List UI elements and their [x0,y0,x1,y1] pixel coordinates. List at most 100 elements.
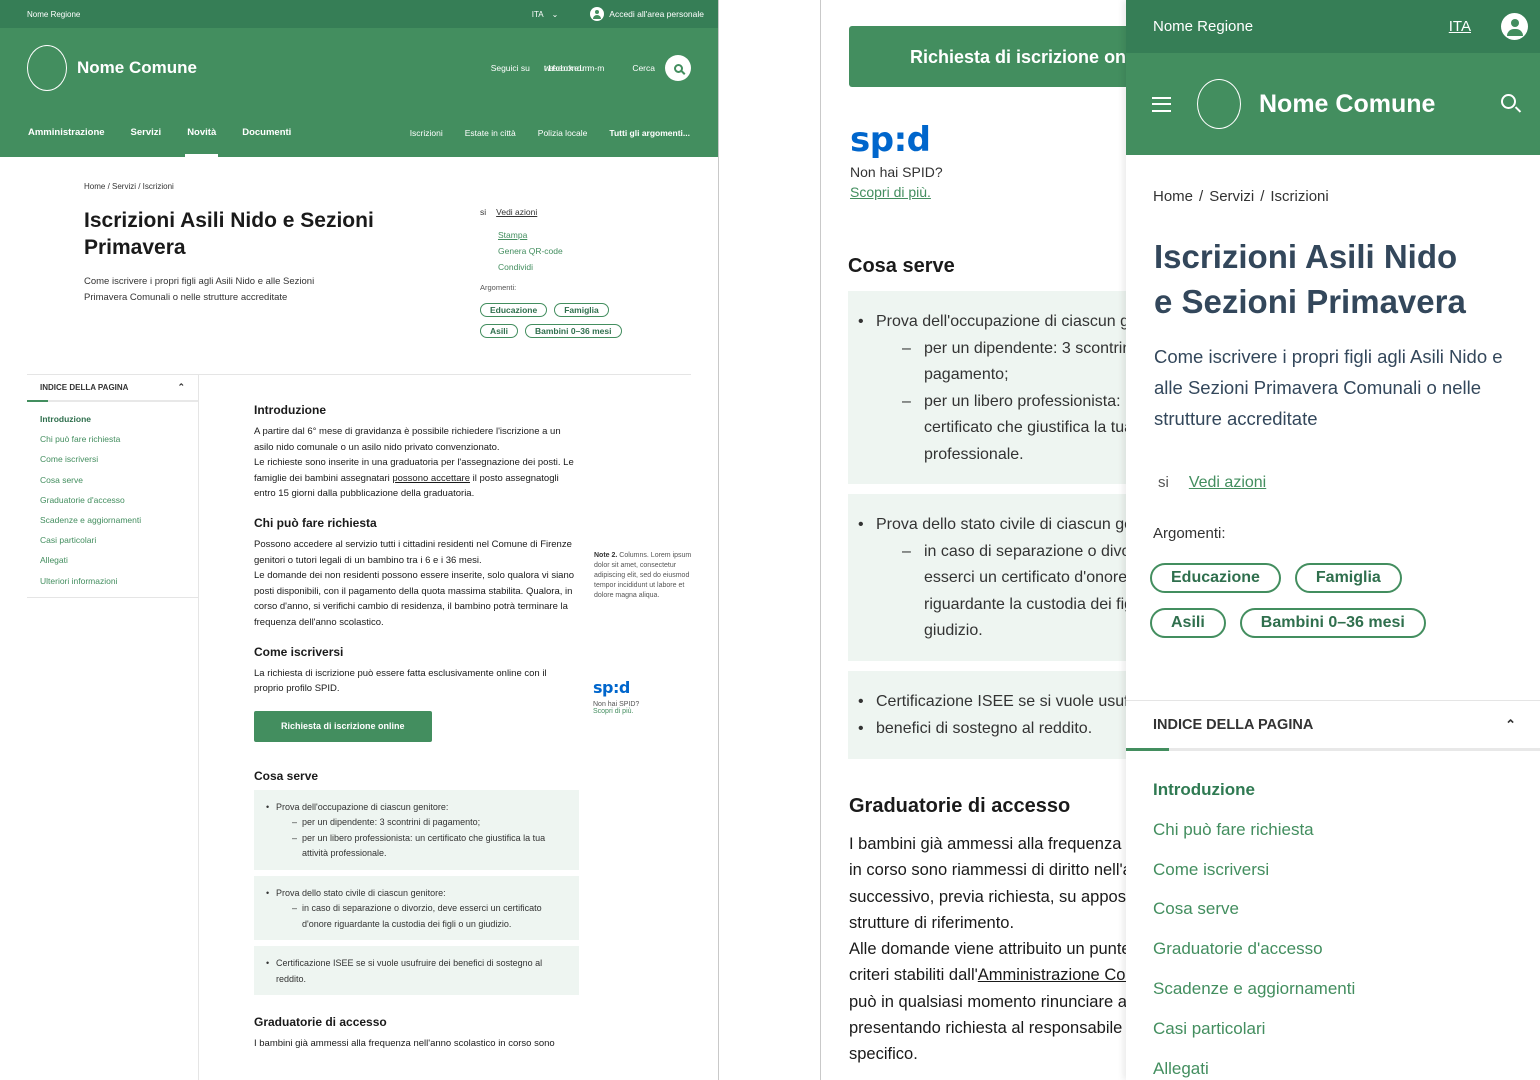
social-link-medium[interactable]: medium [569,63,589,73]
index-item[interactable]: Casi particolari [1153,1009,1540,1049]
index-item[interactable]: Graduatorie d'accesso [1153,929,1540,969]
center-header: Nome Comune [1126,53,1540,155]
nav-item-amministrazione[interactable]: Amministrazione [28,108,105,157]
page-title: Iscrizioni Asili Nido e Sezioni Primaver… [84,209,374,259]
site-title[interactable]: Nome Comune [77,58,491,78]
index-item[interactable]: Allegati [1153,1049,1540,1080]
index-item[interactable]: Come iscriversi [40,449,198,469]
requirement-item: Certificazione ISEE se si vuole usufruir… [266,956,567,987]
chip-asili[interactable]: Asili [480,324,518,338]
administration-link[interactable]: Amministrazione Comunale [978,966,1126,984]
spid-question: Non hai SPID? [850,164,943,180]
index-item[interactable]: Scadenze e aggiornamenti [40,510,198,530]
breadcrumb-item: Iscrizioni [1270,188,1329,205]
chip-asili[interactable]: Asili [1150,608,1226,638]
index-item[interactable]: Chi può fare richiesta [40,429,198,449]
user-icon [590,7,605,21]
rank-paragraph: I bambini già ammessi alla frequenza nel… [849,831,1126,1068]
actions-toggle[interactable]: Vedi azioni [496,207,537,217]
actions-dropdown[interactable]: si Vedi azioni [1158,474,1266,492]
index-item[interactable]: Allegati [40,550,198,570]
page-index-header[interactable]: INDICE DELLA PAGINA ⌃ [27,375,198,402]
nav-item-documenti[interactable]: Documenti [242,108,291,157]
language-selector[interactable]: ITA [1449,18,1471,35]
center-header: Nome Comune Seguici su twitter facebook … [0,28,718,108]
requirement-item: Prova dell'occupazione di ciascun genito… [266,800,567,862]
chip-educazione[interactable]: Educazione [480,303,548,317]
online-request-button[interactable]: Richiesta di iscrizione online [849,26,1126,87]
requirement-subitem: per un dipendente: 3 scontrini di pagame… [876,336,1126,389]
index-item[interactable]: Scadenze e aggiornamenti [1153,969,1540,1009]
spid-logo: sp:d [850,120,931,160]
chevron-up-icon: ⌃ [177,382,185,392]
chip-bambini[interactable]: Bambini 0–36 mesi [1239,608,1426,638]
requirement-item: Prova dello stato civile di ciascun geni… [266,886,567,933]
logo-icon[interactable] [1197,79,1241,129]
index-item[interactable]: Come iscriversi [1153,850,1540,890]
spid-info-link[interactable]: Scopri di più. [593,708,639,715]
page-index-header[interactable]: INDICE DELLA PAGINA ⌃ [1126,701,1540,751]
chip-bambini[interactable]: Bambini 0–36 mesi [524,324,622,338]
nav-topic-polizia[interactable]: Polizia locale [538,128,588,138]
requirement-item: Certificazione ISEE se si vuole usufruir… [858,689,1126,716]
logo-icon[interactable] [27,45,67,91]
chip-famiglia[interactable]: Famiglia [1294,563,1402,593]
chip-educazione[interactable]: Educazione [1150,563,1281,593]
actions-dropdown[interactable]: si Vedi azioni [480,207,537,217]
section-heading-needs: Cosa serve [254,768,319,783]
nav-item-servizi[interactable]: Servizi [131,108,162,157]
user-icon[interactable] [1501,13,1528,40]
language-selector[interactable]: ITA [532,10,559,19]
requirement-subitem: per un libero professionista: un certifi… [276,831,567,862]
nav-topic-estate[interactable]: Estate in città [465,128,516,138]
region-link[interactable]: Nome Regione [27,10,532,19]
breadcrumb-item[interactable]: Servizi [1209,188,1254,205]
requirement-box: Certificazione ISEE se si vuole usufruir… [848,671,1126,759]
spid-box: sp:d Non hai SPID? Scopri di più. [850,120,943,200]
breadcrumb[interactable]: Home / Servizi / Iscrizioni [84,182,174,191]
region-link[interactable]: Nome Regione [1153,18,1449,35]
index-item[interactable]: Casi particolari [40,530,198,550]
spid-info-link[interactable]: Scopri di più. [850,184,943,200]
requirement-subitem: per un dipendente: 3 scontrini di pagame… [276,815,567,831]
action-qr-code[interactable]: Genera QR-code [498,243,563,259]
online-request-button[interactable]: Richiesta di iscrizione online [254,710,432,742]
requirement-box: Prova dell'occupazione di ciascun genito… [848,291,1126,484]
search-button[interactable] [1501,94,1516,114]
social-link-mm[interactable]: m-m [587,63,604,73]
intro-paragraph: A partire dal 6° mese di gravidanza è po… [254,426,561,453]
index-item[interactable]: Introduzione [1153,770,1540,810]
social-link-twitter[interactable]: twitter [544,63,555,73]
slim-header: Nome Regione ITA Accedi all'area persona… [0,0,718,28]
index-item[interactable]: Graduatorie d'accesso [40,490,198,510]
nav-item-novita[interactable]: Novità [185,108,219,157]
nav-all-topics[interactable]: Tutti gli argomenti... [609,128,690,138]
main-navigation: Amministrazione Servizi Novità Documenti… [0,108,718,157]
index-item[interactable]: Cosa serve [1153,889,1540,929]
accept-link[interactable]: possono accettare [392,473,470,484]
who-paragraph: Possono accedere al servizio tutti i cit… [254,538,572,566]
login-button[interactable]: Accedi all'area personale [590,7,704,21]
index-item[interactable]: Chi può fare richiesta [1153,810,1540,850]
nav-topic-iscrizioni[interactable]: Iscrizioni [410,128,443,138]
breadcrumb-item[interactable]: Home [1153,188,1193,205]
index-item[interactable]: Introduzione [40,409,198,429]
action-condividi[interactable]: Condividi [498,259,563,275]
follow-label: Seguici su [490,63,530,73]
page-header: Home / Servizi / Iscrizioni Iscrizioni A… [27,157,691,375]
actions-toggle[interactable]: Vedi azioni [1189,474,1266,491]
divider [198,375,199,1080]
chip-famiglia[interactable]: Famiglia [554,303,609,317]
action-stampa[interactable]: Stampa [498,227,563,243]
index-item[interactable]: Ulteriori informazioni [40,571,198,591]
section-heading-needs: Cosa serve [848,255,955,277]
actions-icon: si [480,207,487,217]
page-index: INDICE DELLA PAGINA ⌃ Introduzione Chi p… [1126,700,1540,1080]
section-heading-rank: Graduatorie di accesso [254,1015,387,1030]
search-button[interactable] [665,55,691,81]
site-title[interactable]: Nome Comune [1259,90,1501,119]
index-item[interactable]: Cosa serve [40,470,198,490]
mobile-content-behind: Richiesta di iscrizione online sp:d Non … [820,0,1126,1080]
rank-paragraph: I bambini già ammessi alla frequenza nel… [254,1038,555,1050]
hamburger-menu-icon[interactable] [1152,96,1171,112]
